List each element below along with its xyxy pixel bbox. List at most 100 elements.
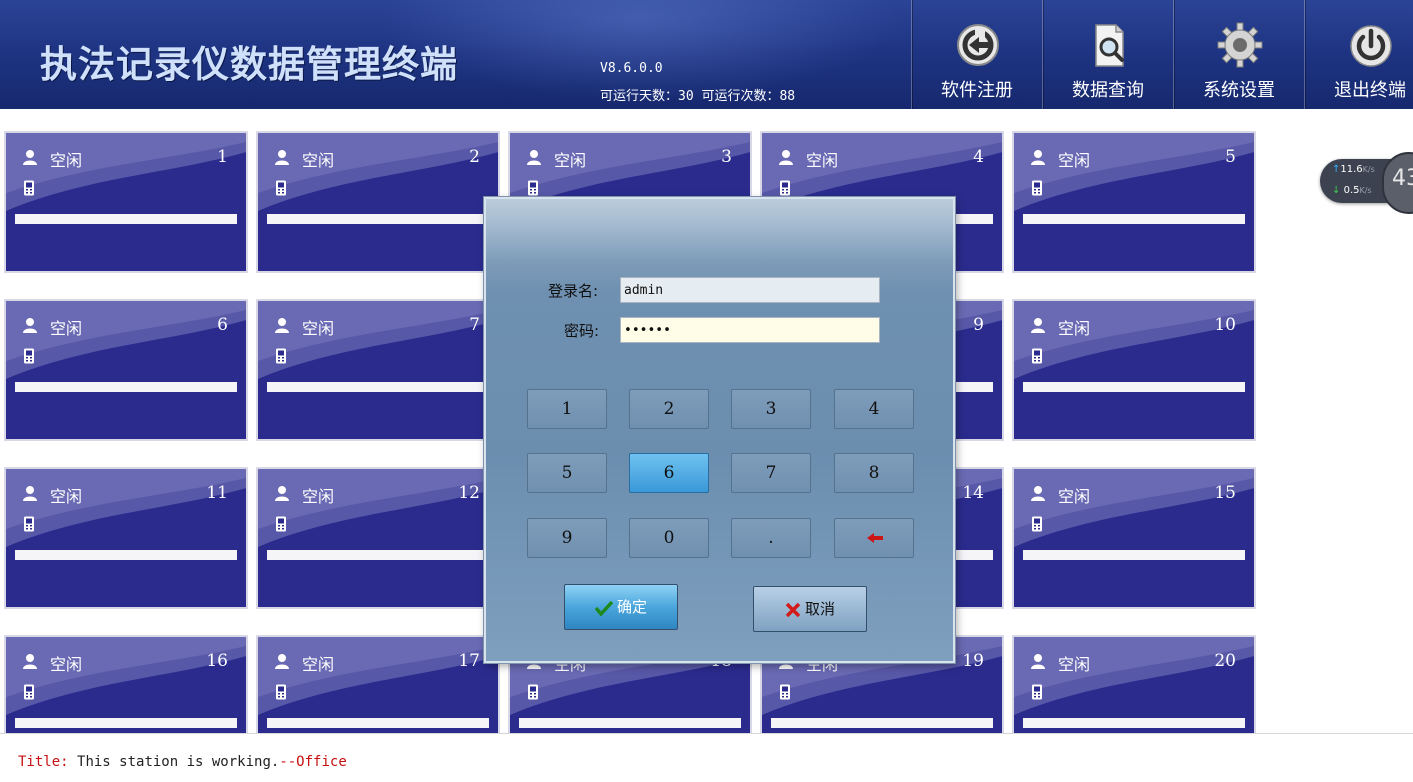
station-number: 7 xyxy=(469,315,480,335)
device-icon xyxy=(276,348,286,364)
station-number: 9 xyxy=(973,315,984,335)
upload-speed-value: 11.6 xyxy=(1340,164,1363,175)
device-icon xyxy=(1032,180,1042,196)
station-progress-bar xyxy=(267,550,489,560)
station-tile[interactable]: 空闲 2 xyxy=(256,131,500,273)
device-icon xyxy=(1032,516,1042,532)
network-badge[interactable]: 43 xyxy=(1382,152,1413,214)
keypad-key[interactable]: . xyxy=(731,518,811,558)
user-icon xyxy=(23,318,37,333)
network-speed-widget[interactable]: ↑11.6K/s ↓ 0.5K/s 43 xyxy=(1320,152,1413,214)
station-progress-bar xyxy=(15,382,237,392)
user-icon xyxy=(1031,654,1045,669)
device-icon xyxy=(24,348,34,364)
user-icon xyxy=(275,486,289,501)
station-number: 15 xyxy=(1214,483,1236,503)
station-status: 空闲 xyxy=(302,487,335,506)
keypad-key[interactable]: 2 xyxy=(629,389,709,429)
keypad-key[interactable]: 0 xyxy=(629,518,709,558)
station-number: 11 xyxy=(206,483,228,503)
station-number: 10 xyxy=(1214,315,1236,335)
password-label: 密码: xyxy=(564,322,600,340)
download-speed-unit: K/s xyxy=(1359,186,1372,195)
download-arrow-icon: ↓ xyxy=(1332,185,1341,196)
keypad-key[interactable]: 4 xyxy=(834,389,914,429)
station-status: 空闲 xyxy=(554,151,587,170)
device-icon xyxy=(780,180,790,196)
password-input[interactable] xyxy=(620,317,880,343)
station-number: 3 xyxy=(721,147,732,167)
station-status: 空闲 xyxy=(806,151,839,170)
software-register-label: 软件注册 xyxy=(941,80,1013,101)
upload-speed-unit: K/s xyxy=(1362,165,1375,174)
station-progress-bar xyxy=(267,382,489,392)
station-tile[interactable]: 空闲 6 xyxy=(4,299,248,441)
keypad-key[interactable]: 8 xyxy=(834,453,914,493)
device-icon xyxy=(780,684,790,700)
station-status: 空闲 xyxy=(302,655,335,674)
username-input[interactable] xyxy=(620,277,880,303)
station-progress-bar xyxy=(1023,214,1245,224)
device-icon xyxy=(528,180,538,196)
station-number: 4 xyxy=(973,147,984,167)
exit-terminal-button[interactable]: 退出终端 xyxy=(1304,0,1413,109)
system-settings-button[interactable]: 系统设置 xyxy=(1173,0,1304,109)
device-icon xyxy=(24,516,34,532)
station-number: 12 xyxy=(458,483,480,503)
confirm-label: 确定 xyxy=(616,598,647,616)
device-icon xyxy=(24,684,34,700)
keypad-key[interactable]: 1 xyxy=(527,389,607,429)
software-register-button[interactable]: 软件注册 xyxy=(911,0,1042,109)
dialog-gloss xyxy=(486,199,953,261)
data-query-label: 数据查询 xyxy=(1072,80,1144,101)
keypad-key[interactable]: 5 xyxy=(527,453,607,493)
station-status: 空闲 xyxy=(50,151,83,170)
confirm-button[interactable]: 确定 xyxy=(564,584,678,630)
station-progress-bar xyxy=(519,718,741,728)
station-tile[interactable]: 空闲 12 xyxy=(256,467,500,609)
keypad-key[interactable]: 3 xyxy=(731,389,811,429)
device-icon xyxy=(24,180,34,196)
tile-background xyxy=(258,301,498,439)
power-icon xyxy=(1350,25,1392,67)
device-icon xyxy=(276,180,286,196)
station-tile[interactable]: 空闲 1 xyxy=(4,131,248,273)
user-icon xyxy=(23,150,37,165)
version-label: V8.6.0.0 xyxy=(600,61,663,76)
keypad-key[interactable]: 9 xyxy=(527,518,607,558)
user-icon xyxy=(275,150,289,165)
device-icon xyxy=(276,516,286,532)
device-icon xyxy=(1032,684,1042,700)
tile-background xyxy=(6,301,246,439)
station-tile[interactable]: 空闲 10 xyxy=(1012,299,1256,441)
system-settings-label: 系统设置 xyxy=(1203,80,1275,101)
search-document-icon xyxy=(1095,24,1124,67)
station-progress-bar xyxy=(1023,718,1245,728)
footer-title-prefix: Title: xyxy=(18,754,69,770)
app-title: 执法记录仪数据管理终端 xyxy=(40,43,458,86)
footer-status-text: Title: This station is working.--Office xyxy=(18,754,347,770)
footer-message: This station is working. xyxy=(77,754,280,770)
user-icon xyxy=(275,318,289,333)
user-icon xyxy=(1031,318,1045,333)
run-info: 可运行天数：30 可运行次数：88 xyxy=(600,89,796,104)
cancel-button[interactable]: 取消 xyxy=(753,586,867,632)
user-icon xyxy=(275,654,289,669)
station-number: 14 xyxy=(962,483,984,503)
data-query-button[interactable]: 数据查询 xyxy=(1042,0,1173,109)
station-tile[interactable]: 空闲 5 xyxy=(1012,131,1256,273)
station-tile[interactable]: 空闲 7 xyxy=(256,299,500,441)
user-icon xyxy=(1031,486,1045,501)
check-icon xyxy=(594,600,614,617)
user-icon xyxy=(23,486,37,501)
station-progress-bar xyxy=(1023,382,1245,392)
station-progress-bar xyxy=(15,214,237,224)
backspace-key[interactable] xyxy=(834,518,914,558)
station-tile[interactable]: 空闲 15 xyxy=(1012,467,1256,609)
device-icon xyxy=(528,684,538,700)
gear-icon xyxy=(1217,22,1263,68)
keypad-key[interactable]: 6 xyxy=(629,453,709,493)
keypad-key[interactable]: 7 xyxy=(731,453,811,493)
station-tile[interactable]: 空闲 11 xyxy=(4,467,248,609)
station-number: 6 xyxy=(217,315,228,335)
